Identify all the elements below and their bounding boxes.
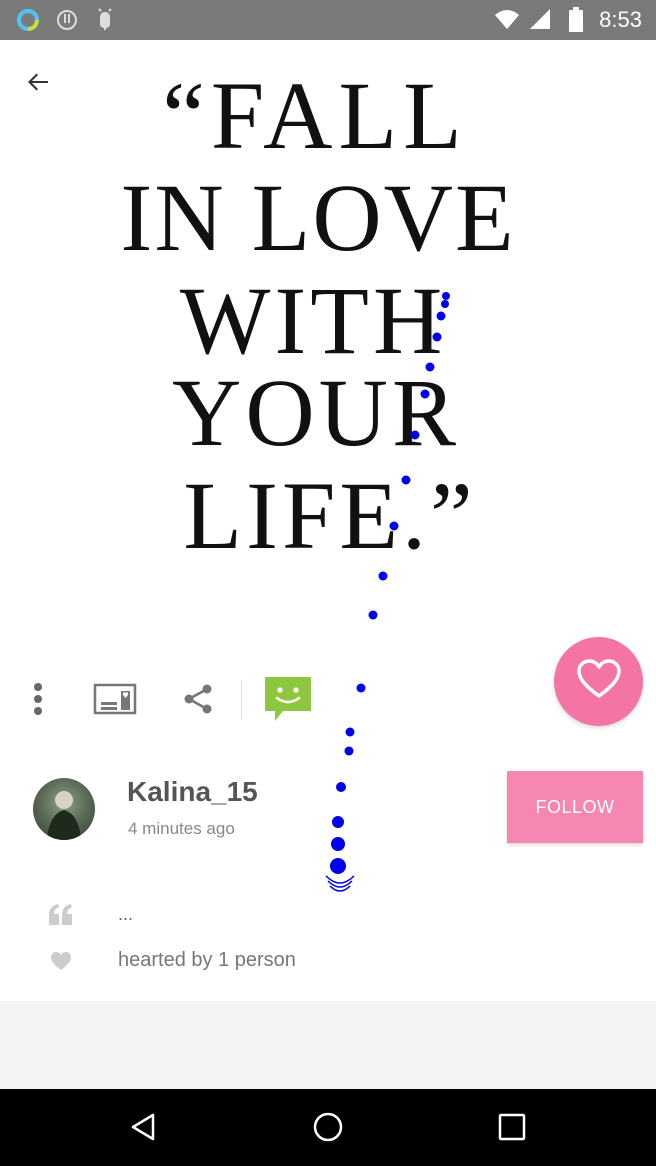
recents-square-icon	[498, 1113, 526, 1146]
share-icon	[182, 683, 214, 720]
message-smile-icon	[263, 675, 313, 728]
quote-line: LIFE.”	[183, 462, 476, 569]
post-image[interactable]: “FALL IN LOVE WITH YOUR LIFE.”	[0, 40, 656, 640]
username[interactable]: Kalina_15	[127, 774, 258, 810]
touch-release-ring	[329, 885, 351, 892]
quote-icon	[48, 903, 74, 932]
heart-outline-icon	[576, 658, 622, 705]
post-caption: ...	[118, 904, 134, 924]
heart-button[interactable]	[554, 637, 643, 726]
touch-point	[345, 727, 355, 737]
alert-icon	[55, 8, 79, 32]
hearted-by-count[interactable]: hearted by 1 person	[118, 947, 296, 973]
quote-line: IN LOVE	[120, 164, 515, 271]
quote-line: WITH	[180, 267, 447, 374]
wifi-icon	[494, 7, 520, 38]
touch-point	[356, 683, 366, 693]
home-circle-icon	[312, 1111, 344, 1148]
more-options-button[interactable]	[18, 680, 58, 722]
heart-icon	[50, 951, 72, 976]
touch-point	[344, 746, 354, 756]
quote-line: “FALL	[162, 62, 467, 169]
message-button[interactable]	[262, 676, 314, 726]
signal-icon	[528, 7, 552, 38]
avatar[interactable]	[33, 778, 95, 840]
save-card-button[interactable]	[92, 682, 138, 720]
status-bar: 8:53	[0, 0, 656, 40]
back-button[interactable]	[18, 64, 58, 104]
share-button[interactable]	[178, 682, 218, 720]
back-triangle-icon	[129, 1112, 159, 1147]
touch-release-ring	[327, 880, 353, 888]
touch-point	[336, 782, 346, 792]
arrow-back-icon	[24, 68, 52, 101]
post-time: 4 minutes ago	[128, 819, 235, 838]
more-vertical-icon	[33, 682, 43, 721]
navigation-bar	[0, 1089, 656, 1166]
nav-home-button[interactable]	[306, 1107, 350, 1151]
battery-icon	[568, 7, 584, 38]
android-bug-icon	[93, 8, 117, 32]
footer-area	[0, 1001, 656, 1089]
status-time: 8:53	[599, 7, 642, 32]
ring-app-icon	[16, 8, 40, 32]
touch-point	[330, 858, 346, 874]
nav-recents-button[interactable]	[490, 1107, 534, 1151]
touch-release-ring	[325, 875, 355, 884]
save-card-icon	[93, 683, 137, 720]
touch-point	[332, 816, 344, 828]
follow-button[interactable]: FOLLOW	[507, 771, 643, 843]
touch-point	[331, 837, 345, 851]
quote-line: YOUR	[172, 359, 460, 466]
nav-back-button[interactable]	[122, 1107, 166, 1151]
toolbar-divider	[241, 680, 242, 720]
